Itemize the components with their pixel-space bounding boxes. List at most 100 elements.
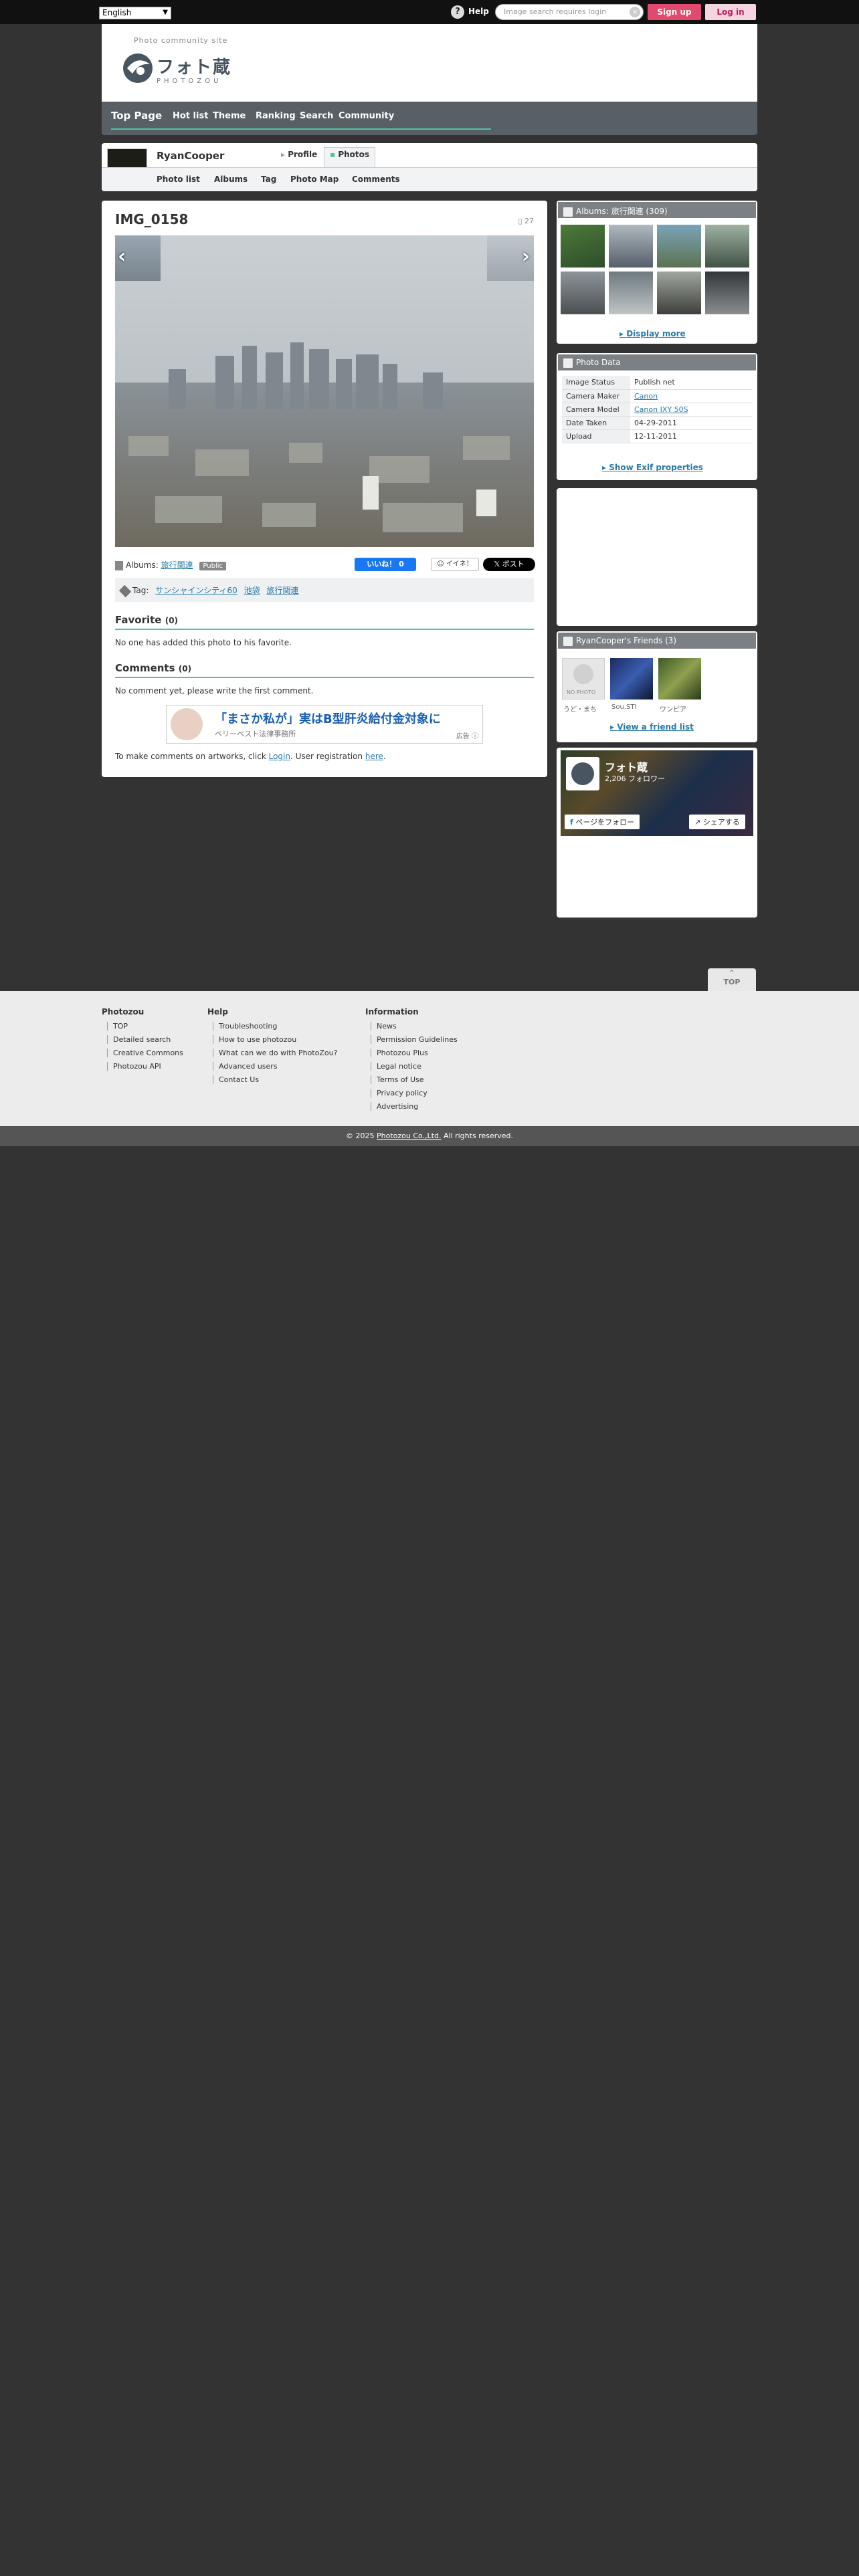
album-link[interactable]: 旅行関連 bbox=[161, 560, 193, 570]
registration-link[interactable]: here bbox=[365, 752, 383, 761]
album-thumb[interactable] bbox=[657, 272, 701, 314]
footer-link[interactable]: Photozou Plus bbox=[371, 1049, 428, 1057]
subnav-tag[interactable]: Tag bbox=[261, 175, 276, 184]
footer-link[interactable]: Contact Us bbox=[213, 1075, 259, 1084]
ad-label-text: 広告 bbox=[456, 733, 470, 740]
footer-link[interactable]: Advertising bbox=[371, 1102, 418, 1111]
fb-follow-button[interactable]: f ページをフォロー bbox=[565, 815, 640, 829]
album-thumb[interactable] bbox=[561, 272, 605, 314]
footer-link[interactable]: What can we do with PhotoZou? bbox=[213, 1049, 337, 1057]
album-thumb[interactable] bbox=[705, 272, 749, 314]
footer-link[interactable]: Advanced users bbox=[213, 1062, 278, 1071]
footer-link[interactable]: Privacy policy bbox=[371, 1089, 427, 1097]
nav-ranking[interactable]: Ranking bbox=[256, 111, 296, 121]
ad-banner[interactable]: 「まさか私が」実はB型肝炎給付金対象に ベリーベスト法律事務所 広告 ⓘ bbox=[166, 705, 483, 744]
album-thumb[interactable] bbox=[609, 225, 653, 267]
footer-link[interactable]: Creative Commons bbox=[107, 1049, 183, 1057]
tag-link[interactable]: 旅行関連 bbox=[266, 586, 298, 595]
subnav-comments[interactable]: Comments bbox=[352, 175, 400, 184]
language-select[interactable]: English ▼ bbox=[99, 7, 171, 19]
language-value: English bbox=[102, 8, 132, 17]
fb-share-button[interactable]: ↗ シェアする bbox=[689, 815, 745, 829]
footer-link[interactable]: TOP bbox=[107, 1022, 128, 1031]
footer-link[interactable]: Detailed search bbox=[107, 1035, 171, 1044]
album-box-title: Albums: 旅行関連 (309) bbox=[576, 207, 668, 216]
fb-page-name[interactable]: フォト蔵 bbox=[605, 758, 648, 774]
subnav-photo-map[interactable]: Photo Map bbox=[290, 175, 339, 184]
footer-link[interactable]: Troubleshooting bbox=[213, 1022, 277, 1031]
photo-data-box: Photo Data Image Status Publish net Camer… bbox=[557, 353, 757, 480]
data-value: 12-11-2011 bbox=[630, 429, 752, 443]
subnav-albums[interactable]: Albums bbox=[214, 175, 248, 184]
subnav-photo-list[interactable]: Photo list bbox=[157, 175, 200, 184]
chevron-right-icon: ▸ bbox=[602, 463, 607, 472]
main-photo[interactable] bbox=[115, 235, 534, 547]
facebook-cover[interactable]: フォト蔵 2,206 フォロワー f ページをフォロー ↗ シェアする bbox=[561, 750, 753, 836]
friends-box: RyanCooper's Friends (3) NO PHOTO うど・まち … bbox=[557, 631, 757, 742]
friend-name[interactable]: Sou.STI bbox=[611, 704, 636, 711]
friend-name[interactable]: ワンピア bbox=[660, 704, 686, 714]
view-friends-link[interactable]: ▸ View a friend list bbox=[610, 722, 694, 732]
footer-link[interactable]: News bbox=[371, 1022, 397, 1031]
next-photo-thumb[interactable]: › bbox=[487, 235, 534, 281]
top-bar: English ▼ ? Help Image search requires lo… bbox=[0, 0, 859, 24]
post-label: ポスト bbox=[502, 560, 524, 568]
nav-search[interactable]: Search bbox=[300, 111, 333, 121]
display-more-link[interactable]: ▸ Display more bbox=[619, 329, 686, 338]
tag-link[interactable]: サンシャインシティ60 bbox=[155, 586, 237, 595]
footer-link[interactable]: Permission Guidelines bbox=[371, 1035, 458, 1044]
album-thumb[interactable] bbox=[705, 225, 749, 267]
tab-profile[interactable]: ▸ Profile bbox=[281, 150, 317, 159]
help-icon[interactable]: ? bbox=[451, 5, 464, 19]
nav-top-page[interactable]: Top Page bbox=[111, 110, 162, 122]
facebook-like-button[interactable]: いいね！ 0 bbox=[355, 558, 416, 571]
album-thumb[interactable] bbox=[561, 225, 605, 267]
user-subnav: Photo list Albums Tag Photo Map Comments bbox=[102, 167, 757, 191]
footer: Photozou TOP Detailed search Creative Co… bbox=[0, 991, 859, 1126]
main-nav: Top Page Hot list Theme Ranking Search C… bbox=[102, 102, 757, 135]
album-icon bbox=[563, 207, 573, 217]
album-box: Albums: 旅行関連 (309) ▸ Display more bbox=[557, 201, 757, 344]
album-box-header: Albums: 旅行関連 (309) bbox=[557, 201, 757, 218]
friend-avatar[interactable]: NO PHOTO bbox=[562, 658, 605, 700]
footer-link[interactable]: Legal notice bbox=[371, 1062, 421, 1071]
search-box[interactable]: Image search requires login × bbox=[495, 4, 644, 20]
x-post-button[interactable]: 𝕏 ポスト bbox=[483, 558, 535, 571]
tab-photos[interactable]: ▪ Photos bbox=[324, 147, 376, 167]
help-link[interactable]: Help bbox=[468, 7, 489, 16]
search-input[interactable]: Image search requires login bbox=[504, 7, 624, 16]
nav-theme[interactable]: Theme bbox=[213, 111, 246, 121]
clear-icon[interactable]: × bbox=[630, 7, 640, 17]
info-icon[interactable]: ⓘ bbox=[472, 733, 478, 740]
friend-avatar[interactable] bbox=[610, 658, 653, 700]
back-to-top-button[interactable]: ^ TOP bbox=[708, 968, 756, 991]
prev-photo-thumb[interactable]: ‹ bbox=[115, 235, 161, 281]
login-button[interactable]: Log in bbox=[705, 4, 756, 20]
friend-name[interactable]: うど・まち bbox=[563, 704, 597, 714]
album-thumb[interactable] bbox=[609, 272, 653, 314]
camera-model-link[interactable]: Canon IXY 50S bbox=[634, 405, 688, 414]
copyright-suffix: All rights reserved. bbox=[443, 1132, 514, 1140]
footer-link[interactable]: Terms of Use bbox=[371, 1075, 424, 1084]
nav-hot-list[interactable]: Hot list bbox=[173, 111, 208, 121]
show-exif-link[interactable]: ▸ Show Exif properties bbox=[602, 463, 703, 472]
fb-followers: 2,206 フォロワー bbox=[605, 774, 665, 783]
login-link[interactable]: Login bbox=[269, 752, 290, 761]
data-key: Date Taken bbox=[562, 416, 630, 430]
favorite-count: (0) bbox=[165, 616, 179, 625]
company-link[interactable]: Photozou Co.,Ltd. bbox=[377, 1132, 441, 1140]
user-name[interactable]: RyanCooper bbox=[157, 150, 224, 162]
friends-box-header: RyanCooper's Friends (3) bbox=[557, 631, 757, 649]
footer-link[interactable]: How to use photozou bbox=[213, 1035, 296, 1044]
tag-link[interactable]: 池袋 bbox=[244, 586, 260, 595]
album-thumb[interactable] bbox=[657, 225, 701, 267]
iine-button[interactable]: ☺ イイネ！ bbox=[431, 558, 479, 571]
chevron-right-icon: ▸ bbox=[610, 722, 615, 732]
favorite-empty-text: No one has added this photo to his favor… bbox=[115, 638, 292, 647]
nav-community[interactable]: Community bbox=[339, 111, 394, 121]
friend-avatar[interactable] bbox=[658, 658, 701, 700]
camera-maker-link[interactable]: Canon bbox=[634, 392, 658, 401]
signup-button[interactable]: Sign up bbox=[648, 4, 701, 20]
tab-profile-label: Profile bbox=[288, 150, 318, 159]
footer-link[interactable]: Photozou API bbox=[107, 1062, 161, 1071]
